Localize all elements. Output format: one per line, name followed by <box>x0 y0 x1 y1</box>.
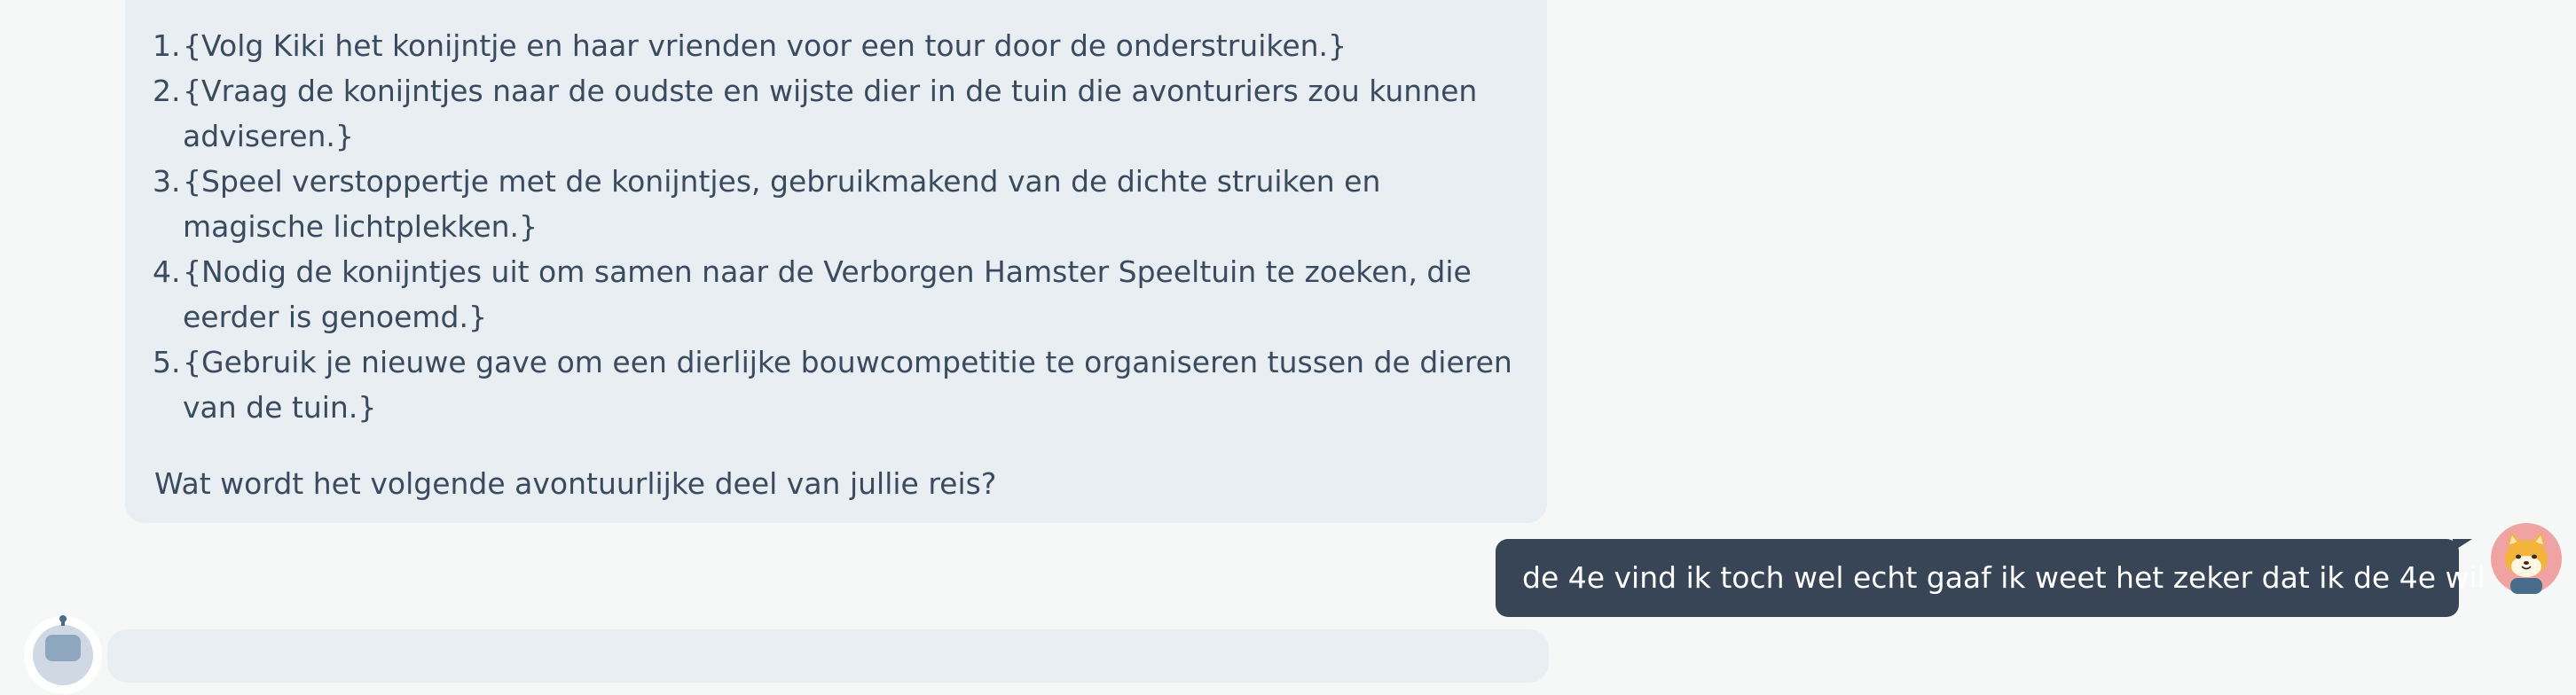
option-text: {Gebruik je nieuwe gave om een dierlijke… <box>183 345 1512 425</box>
chat-thread: 1. {Volg Kiki het konijntje en haar vrie… <box>0 0 2576 694</box>
option-number: 5. <box>153 345 181 379</box>
assistant-next-message-bubble <box>107 629 1549 683</box>
option-number: 4. <box>153 254 181 289</box>
option-item: 4. {Nodig de konijntjes uit om samen naa… <box>153 249 1529 340</box>
option-text: {Vraag de konijntjes naar de oudste en w… <box>183 74 1478 153</box>
option-text: {Nodig de konijntjes uit om samen naar d… <box>183 254 1472 334</box>
option-item: 1. {Volg Kiki het konijntje en haar vrie… <box>153 23 1529 68</box>
option-number: 3. <box>153 164 181 199</box>
assistant-question: Wat wordt het volgende avontuurlijke dee… <box>154 466 997 501</box>
option-item: 3. {Speel verstoppertje met de konijntje… <box>153 159 1529 249</box>
shiba-dog-avatar-icon <box>2491 523 2562 594</box>
user-message-bubble: de 4e vind ik toch wel echt gaaf ik weet… <box>1496 539 2486 617</box>
robot-avatar-icon <box>24 615 102 694</box>
option-number: 1. <box>153 28 181 63</box>
option-text: {Volg Kiki het konijntje en haar vriende… <box>183 28 1347 63</box>
adventure-options-list: 1. {Volg Kiki het konijntje en haar vrie… <box>153 23 1529 430</box>
option-item: 2. {Vraag de konijntjes naar de oudste e… <box>153 68 1529 159</box>
option-text: {Speel verstoppertje met de konijntjes, … <box>183 164 1381 244</box>
user-bubble-tail <box>2453 539 2472 551</box>
option-item: 5. {Gebruik je nieuwe gave om een dierli… <box>153 340 1529 430</box>
option-number: 2. <box>153 74 181 108</box>
